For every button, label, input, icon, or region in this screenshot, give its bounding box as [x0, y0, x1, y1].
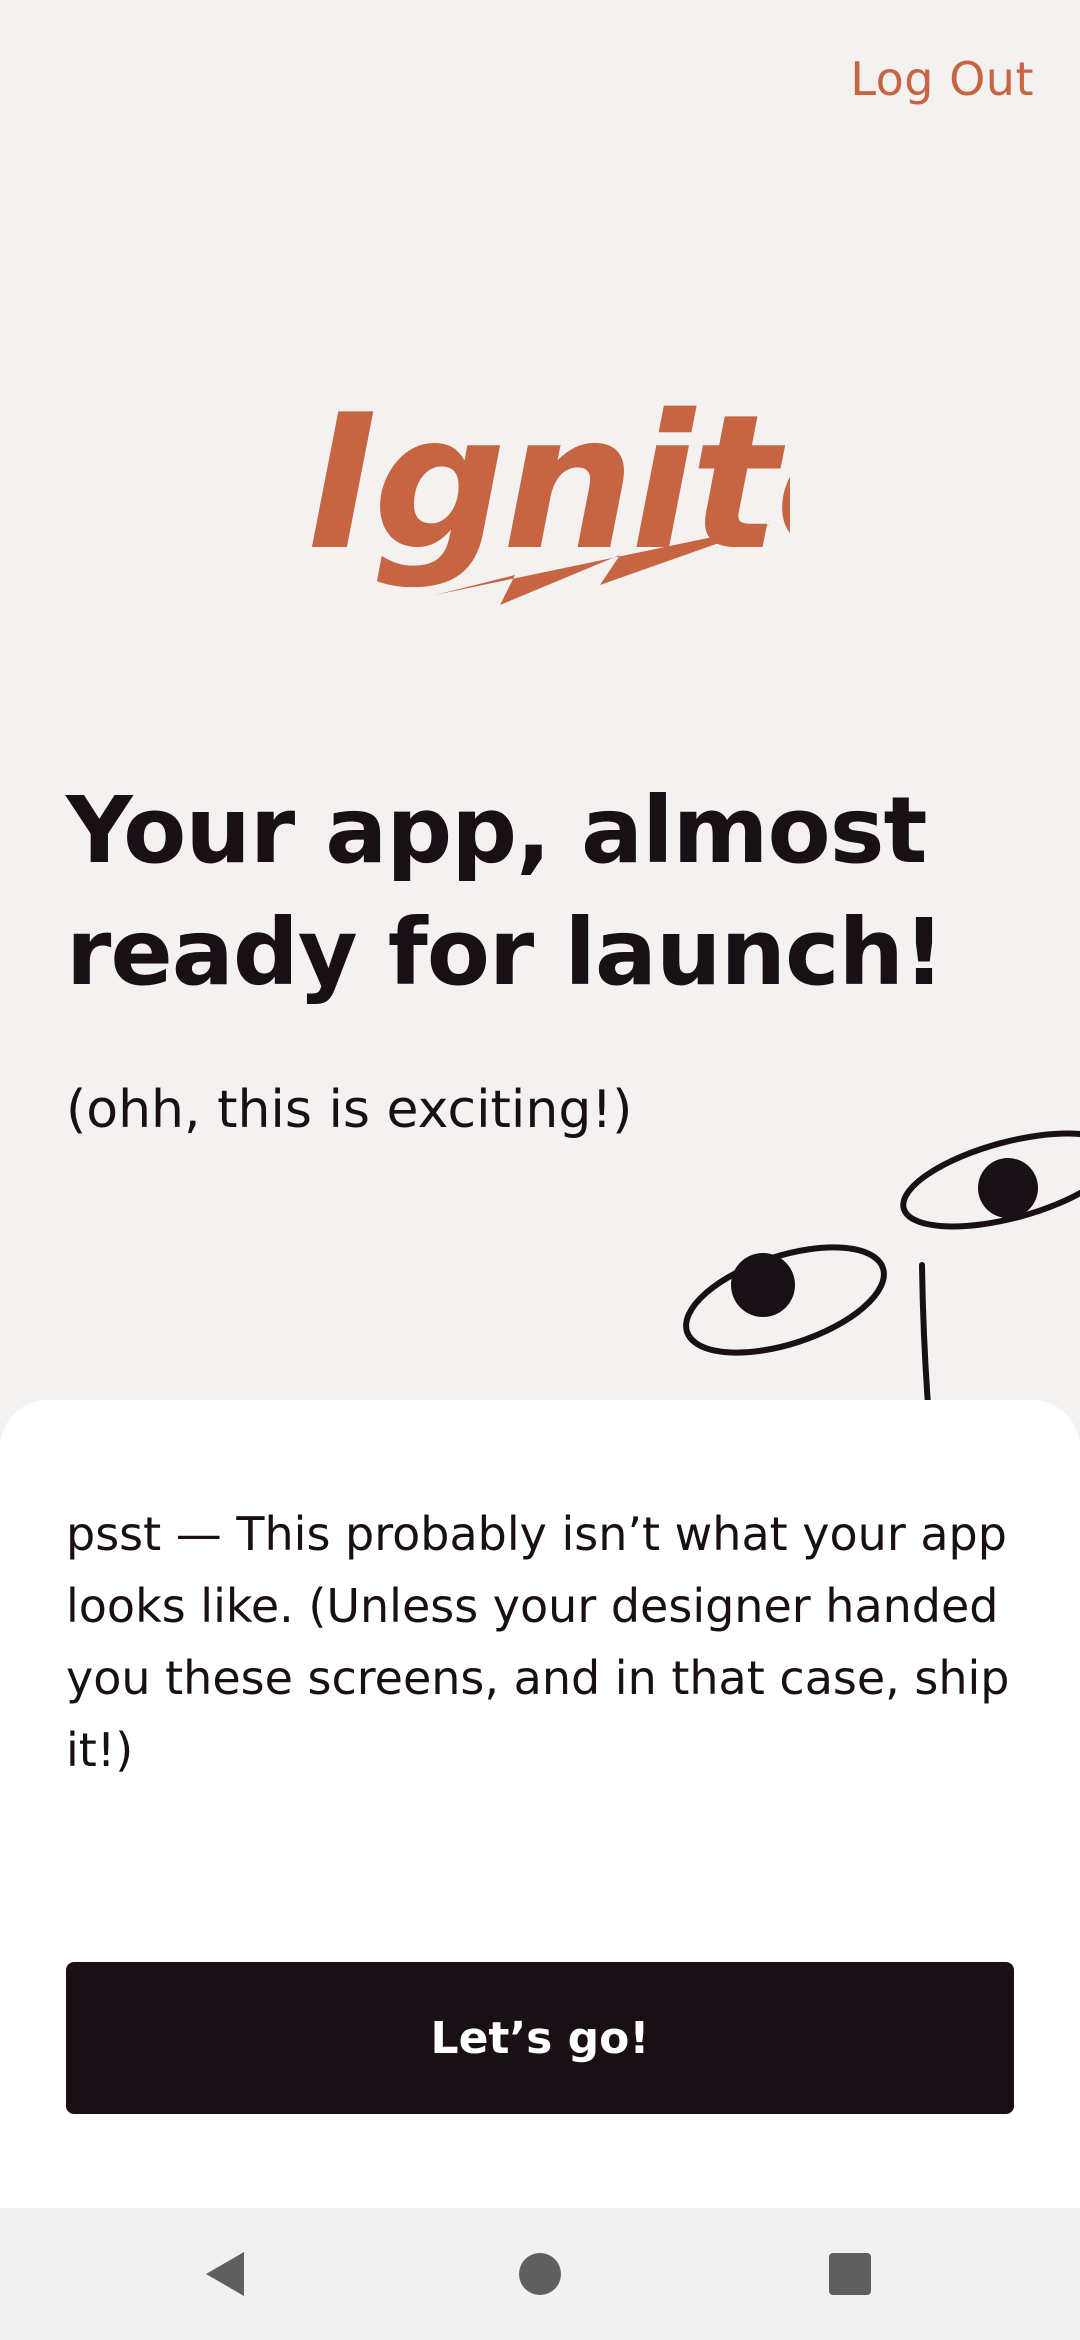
recents-button[interactable] — [810, 2234, 890, 2314]
lets-go-button[interactable]: Let’s go! — [66, 1962, 1014, 2114]
home-button[interactable] — [500, 2234, 580, 2314]
circle-home-icon — [519, 2253, 561, 2295]
triangle-back-icon — [206, 2252, 244, 2296]
face-illustration — [683, 1130, 1080, 1408]
back-button[interactable] — [186, 2234, 266, 2314]
welcome-subheading: (ohh, this is exciting!) — [66, 1080, 633, 1140]
card-body-text: psst — This probably isn’t what your app… — [66, 1507, 1010, 1777]
welcome-heading: Your app, almost ready for launch! — [66, 777, 945, 1006]
logo-wordmark: Ignite — [308, 375, 790, 591]
system-navigation-bar — [0, 2208, 1080, 2340]
square-recents-icon — [829, 2253, 871, 2295]
logout-button[interactable]: Log Out — [850, 52, 1034, 106]
ignite-logo: Ignite — [308, 375, 790, 605]
